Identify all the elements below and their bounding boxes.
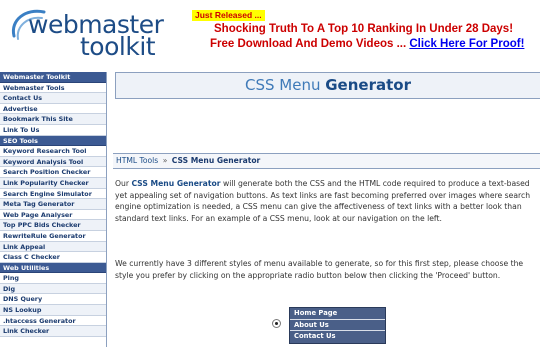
breadcrumb-parent-link[interactable]: HTML Tools bbox=[116, 156, 158, 165]
style-radio-button[interactable] bbox=[272, 319, 281, 328]
intro-tool-name: CSS Menu Generator bbox=[131, 179, 221, 188]
sidebar-item-class-c-checker[interactable]: Class C Checker bbox=[0, 252, 106, 263]
sidebar-item-rewriterule-generator[interactable]: RewriteRule Generator bbox=[0, 230, 106, 242]
sidebar-item-search-position-checker[interactable]: Search Position Checker bbox=[0, 167, 106, 178]
sidebar-item-ns-lookup[interactable]: NS Lookup bbox=[0, 305, 106, 316]
sidebar-item-link-checker[interactable]: Link Checker bbox=[0, 326, 106, 337]
sidebar-item-bookmark-this-site[interactable]: Bookmark This Site bbox=[0, 114, 106, 125]
promo-headline: Shocking Truth To A Top 10 Ranking In Un… bbox=[214, 23, 514, 35]
site-logo[interactable]: webmaster toolkit bbox=[6, 2, 184, 66]
sample-menu-item-home-page: Home Page bbox=[290, 308, 385, 320]
sample-menu-preview: Home Page About Us Contact Us bbox=[289, 307, 386, 344]
promo-subline: Free Download And Demo Videos ... Click … bbox=[210, 38, 524, 51]
sidebar-section-web-utilities: Web Utilities bbox=[0, 262, 106, 274]
breadcrumb-separator: » bbox=[162, 156, 168, 165]
intro-prefix: Our bbox=[115, 179, 129, 188]
styles-paragraph: We currently have 3 different styles of … bbox=[115, 259, 524, 280]
sidebar-item-dns-query[interactable]: DNS Query bbox=[0, 294, 106, 306]
sidebar-item-top-ppc-bids-checker[interactable]: Top PPC Bids Checker bbox=[0, 220, 106, 231]
intro-paragraph: Our CSS Menu Generator will generate bot… bbox=[115, 178, 535, 224]
sidebar-item-link-to-us[interactable]: Link To Us bbox=[0, 124, 106, 136]
sidebar-item-link-appeal[interactable]: Link Appeal bbox=[0, 241, 106, 253]
page-title: CSS Menu Generator bbox=[115, 72, 540, 99]
sidebar-item-keyword-research-tool[interactable]: Keyword Research Tool bbox=[0, 146, 106, 157]
promo-subline-text: Free Download And Demo Videos ... bbox=[210, 38, 407, 50]
sidebar-item-keyword-analysis-tool[interactable]: Keyword Analysis Tool bbox=[0, 156, 106, 168]
promo-proof-link[interactable]: Click Here For Proof! bbox=[409, 38, 524, 50]
sidebar-section-seo-tools: SEO Tools bbox=[0, 135, 106, 147]
logo-text-bottom: toolkit bbox=[80, 32, 156, 61]
sidebar-item-link-popularity-checker[interactable]: Link Popularity Checker bbox=[0, 177, 106, 189]
sidebar-item-advertise[interactable]: Advertise bbox=[0, 103, 106, 115]
sidebar-item-dig[interactable]: Dig bbox=[0, 283, 106, 295]
sidebar-item-webmaster-tools[interactable]: Webmaster Tools bbox=[0, 82, 106, 94]
page-title-strong: Generator bbox=[325, 76, 411, 94]
sample-menu-item-contact-us: Contact Us bbox=[290, 331, 385, 343]
sidebar-item-search-engine-simulator[interactable]: Search Engine Simulator bbox=[0, 188, 106, 200]
sidebar-item-ping[interactable]: Ping bbox=[0, 273, 106, 284]
sidebar-nav: Webmaster Toolkit Webmaster Tools Contact … bbox=[0, 72, 107, 347]
page-title-light: CSS Menu bbox=[245, 76, 321, 94]
sidebar-item-htaccess-generator[interactable]: .htaccess Generator bbox=[0, 315, 106, 327]
promo-badge: Just Released ... bbox=[192, 10, 265, 21]
sidebar-item-web-page-analyser[interactable]: Web Page Analyser bbox=[0, 209, 106, 221]
sidebar-item-contact-us[interactable]: Contact Us bbox=[0, 93, 106, 104]
breadcrumb: HTML Tools » CSS Menu Generator bbox=[113, 153, 540, 169]
sidebar-item-meta-tag-generator[interactable]: Meta Tag Generator bbox=[0, 199, 106, 210]
sample-menu-item-about-us: About Us bbox=[290, 319, 385, 332]
breadcrumb-current: CSS Menu Generator bbox=[171, 156, 261, 165]
sidebar-section-webmaster-toolkit: Webmaster Toolkit bbox=[0, 72, 106, 83]
